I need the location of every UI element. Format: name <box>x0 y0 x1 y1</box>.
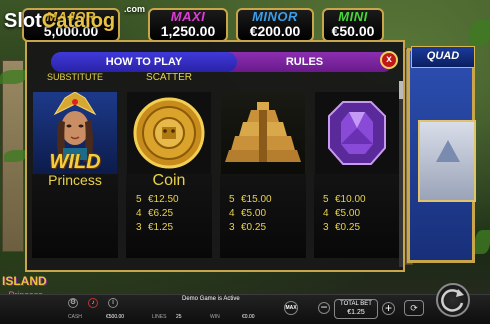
lines-value: 25 <box>176 314 182 320</box>
pay-value: €5.00 <box>241 208 267 219</box>
logo-title: ISLAND <box>2 274 47 288</box>
leaf-decoration <box>470 20 490 46</box>
autoplay-icon[interactable]: ⟳ <box>404 300 424 316</box>
pay-count: 4 <box>229 208 235 219</box>
watermark-catalog: Catalog <box>41 10 116 32</box>
pay-value: €15.00 <box>241 194 272 205</box>
info-icon[interactable]: i <box>108 298 118 308</box>
jackpot-maxi: MAXI 1,250.00 <box>148 8 228 42</box>
pay-count: 5 <box>136 194 142 205</box>
win-value: €0.00 <box>242 314 255 320</box>
gear-icon[interactable]: ⚙ <box>68 298 78 308</box>
pay-value: €10.00 <box>335 194 366 205</box>
jackpot-value: 1,250.00 <box>160 23 216 39</box>
pay-count: 3 <box>136 222 142 233</box>
arrow-symbol-icon <box>436 140 460 162</box>
wild-overlay: WILD <box>49 151 101 173</box>
spin-button[interactable] <box>436 283 470 317</box>
total-bet-label: TOTAL BET <box>340 301 372 307</box>
pay-count: 4 <box>136 208 142 219</box>
leaf-decoration <box>475 230 490 254</box>
pay-value: €1.25 <box>148 222 174 233</box>
slotcatalog-watermark: SlotCatalog .com <box>4 4 145 33</box>
spin-icon <box>441 289 464 312</box>
symbol-name: Princess <box>48 172 102 188</box>
leaf-decoration <box>0 70 26 84</box>
pay-row: 3 €0.25 <box>323 222 360 233</box>
decrease-bet-button[interactable]: − <box>318 301 330 314</box>
scrollbar-thumb[interactable] <box>399 81 403 99</box>
pay-count: 5 <box>323 194 329 205</box>
princess-wild-card: WILD <box>33 92 117 174</box>
jackpot-name: MAXI <box>170 9 206 24</box>
substitute-label: SUBSTITUTE <box>46 72 103 82</box>
tab-how-to-play[interactable]: HOW TO PLAY <box>51 52 237 72</box>
pay-count: 5 <box>229 194 235 205</box>
watermark-slot: Slot <box>4 10 42 32</box>
coin-card <box>127 92 211 174</box>
pay-row: 5 €12.50 <box>136 194 179 205</box>
max-bet-button[interactable]: MAX <box>284 301 298 315</box>
pay-value: €5.00 <box>335 208 361 219</box>
tab-rules[interactable]: RULES <box>216 52 393 72</box>
symbol-name: Coin <box>152 172 186 189</box>
paytable-modal: RULES HOW TO PLAY x SUBSTITUTE SCATTER W… <box>25 40 405 272</box>
increase-bet-button[interactable]: + <box>382 302 395 315</box>
leaf-decoration <box>4 150 26 162</box>
jackpot-value: €200.00 <box>249 23 301 39</box>
close-button[interactable]: x <box>380 51 398 69</box>
pay-row: 4 €5.00 <box>323 208 360 219</box>
jackpot-name: MINOR <box>252 9 298 24</box>
pay-value: €6.25 <box>148 208 174 219</box>
jackpot-value: €50.00 <box>331 23 375 39</box>
pay-row: 4 €5.00 <box>229 208 266 219</box>
jackpot-mini: MINI €50.00 <box>322 8 384 42</box>
pay-value: €0.25 <box>241 222 267 233</box>
scrollbar[interactable] <box>399 81 403 267</box>
cash-value: €500.00 <box>106 314 125 320</box>
total-bet-box: TOTAL BET €1.25 <box>334 299 378 319</box>
pyramid-icon <box>225 102 301 162</box>
pay-value: €0.25 <box>335 222 361 233</box>
pay-value: €12.50 <box>148 194 179 205</box>
pay-row: 3 €0.25 <box>229 222 266 233</box>
pay-count: 3 <box>323 222 329 233</box>
lines-label: LINES <box>152 314 167 320</box>
total-bet-value: €1.25 <box>347 309 365 316</box>
watermark-com: .com <box>124 4 146 14</box>
pay-count: 3 <box>229 222 235 233</box>
jackpot-minor: MINOR €200.00 <box>236 8 314 42</box>
gem-card <box>315 92 399 174</box>
gold-coin-icon <box>133 97 205 169</box>
quad-badge: QUAD <box>411 46 475 68</box>
purple-gem-icon <box>328 101 386 165</box>
cash-label: CASH <box>68 314 82 320</box>
pyramid-card <box>221 92 305 174</box>
demo-notice: Demo Game is Active <box>182 296 240 302</box>
scatter-label: SCATTER <box>146 72 192 83</box>
win-label: WIN <box>210 314 220 320</box>
pay-row: 5 €15.00 <box>229 194 272 205</box>
jackpot-name: MINI <box>338 9 368 24</box>
pay-row: 3 €1.25 <box>136 222 173 233</box>
pay-row: 5 €10.00 <box>323 194 366 205</box>
sound-off-icon[interactable]: ♪ <box>88 298 98 308</box>
pay-row: 4 €6.25 <box>136 208 173 219</box>
pay-count: 4 <box>323 208 329 219</box>
